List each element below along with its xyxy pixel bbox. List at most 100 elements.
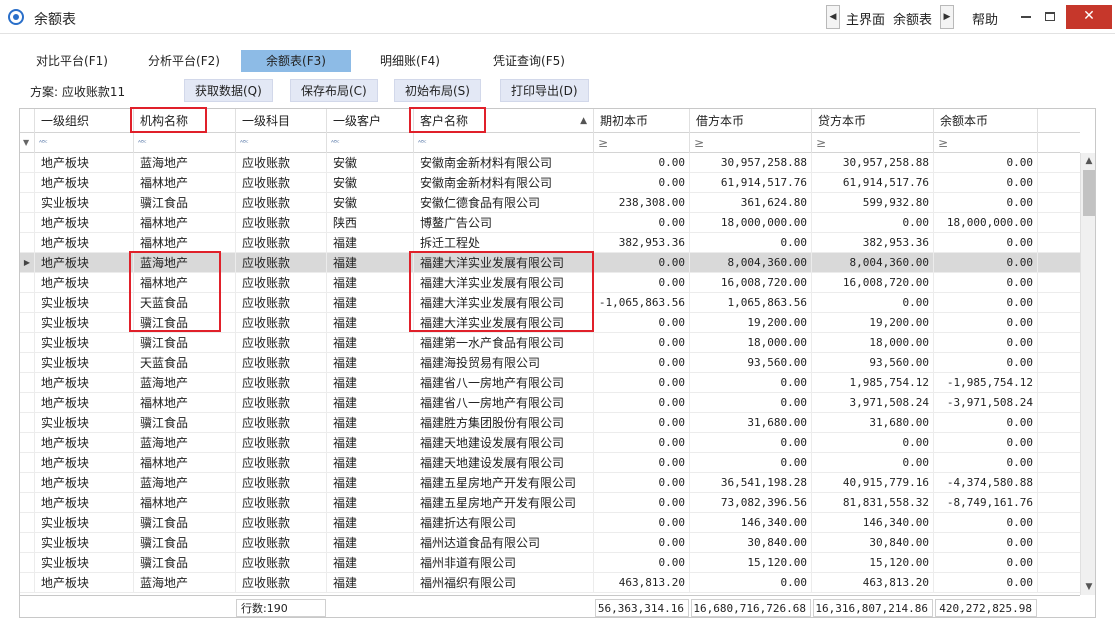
cell-opening[interactable]: 463,813.20 xyxy=(594,573,690,593)
print-export-button[interactable]: 打印导出(D) xyxy=(500,79,589,102)
column-header-credit[interactable]: 贷方本币 xyxy=(812,109,934,133)
cell-balance[interactable]: 0.00 xyxy=(934,193,1038,213)
cell-org[interactable]: 实业板块 xyxy=(35,293,134,313)
cell-balance[interactable]: 0.00 xyxy=(934,353,1038,373)
filter-customer-name[interactable]: ᴬᴮᶜ xyxy=(414,133,594,153)
cell-customer-group[interactable]: 福建 xyxy=(327,393,414,413)
tab-voucher[interactable]: 凭证查询(F5) xyxy=(470,50,588,72)
table-row[interactable]: 地产板块 福林地产 应收账款 福建 福建天地建设发展有限公司 0.00 0.00 0.00 0.… xyxy=(20,453,1080,473)
cell-account[interactable]: 应收账款 xyxy=(236,233,327,253)
cell-org[interactable]: 地产板块 xyxy=(35,373,134,393)
cell-org[interactable]: 实业板块 xyxy=(35,333,134,353)
cell-customer-name[interactable]: 拆迁工程处 xyxy=(414,233,594,253)
table-row[interactable]: 地产板块 福林地产 应收账款 福建 福建省八一房地产有限公司 0.00 0.00 3,971,… xyxy=(20,393,1080,413)
cell-account[interactable]: 应收账款 xyxy=(236,313,327,333)
cell-institution[interactable]: 骥江食品 xyxy=(134,333,236,353)
cell-opening[interactable]: 0.00 xyxy=(594,553,690,573)
cell-opening[interactable]: 0.00 xyxy=(594,333,690,353)
cell-account[interactable]: 应收账款 xyxy=(236,193,327,213)
breadcrumb-home[interactable]: 主界面 xyxy=(846,9,885,28)
cell-institution[interactable]: 福林地产 xyxy=(134,233,236,253)
save-layout-button[interactable]: 保存布局(C) xyxy=(290,79,378,102)
cell-debit[interactable]: 0.00 xyxy=(690,453,812,473)
cell-credit[interactable]: 61,914,517.76 xyxy=(812,173,934,193)
cell-debit[interactable]: 61,914,517.76 xyxy=(690,173,812,193)
cell-balance[interactable]: 0.00 xyxy=(934,513,1038,533)
cell-opening[interactable]: 0.00 xyxy=(594,353,690,373)
cell-balance[interactable]: 0.00 xyxy=(934,573,1038,593)
sort-asc-icon[interactable]: ▲ xyxy=(580,109,587,133)
cell-org[interactable]: 地产板块 xyxy=(35,433,134,453)
cell-org[interactable]: 地产板块 xyxy=(35,473,134,493)
cell-customer-name[interactable]: 安徽仁德食品有限公司 xyxy=(414,193,594,213)
cell-customer-group[interactable]: 福建 xyxy=(327,493,414,513)
tab-analysis[interactable]: 分析平台(F2) xyxy=(130,50,238,72)
cell-customer-group[interactable]: 福建 xyxy=(327,353,414,373)
cell-org[interactable]: 地产板块 xyxy=(35,273,134,293)
cell-opening[interactable]: 238,308.00 xyxy=(594,193,690,213)
cell-opening[interactable]: 0.00 xyxy=(594,253,690,273)
cell-opening[interactable]: 0.00 xyxy=(594,213,690,233)
cell-opening[interactable]: 0.00 xyxy=(594,473,690,493)
cell-debit[interactable]: 8,004,360.00 xyxy=(690,253,812,273)
filter-institution[interactable]: ᴬᴮᶜ xyxy=(134,133,236,153)
cell-credit[interactable]: 1,985,754.12 xyxy=(812,373,934,393)
cell-customer-name[interactable]: 福建天地建设发展有限公司 xyxy=(414,453,594,473)
table-row[interactable]: 实业板块 骥江食品 应收账款 福建 福州非道有限公司 0.00 15,120.00 15,12… xyxy=(20,553,1080,573)
cell-org[interactable]: 实业板块 xyxy=(35,513,134,533)
scroll-down-icon[interactable]: ▼ xyxy=(1081,579,1095,595)
cell-debit[interactable]: 0.00 xyxy=(690,393,812,413)
cell-org[interactable]: 地产板块 xyxy=(35,173,134,193)
cell-customer-group[interactable]: 福建 xyxy=(327,413,414,433)
help-link[interactable]: 帮助 xyxy=(972,9,998,28)
cell-debit[interactable]: 15,120.00 xyxy=(690,553,812,573)
cell-balance[interactable]: 0.00 xyxy=(934,153,1038,173)
cell-institution[interactable]: 天蓝食品 xyxy=(134,353,236,373)
table-row[interactable]: 实业板块 骥江食品 应收账款 福建 福建胜方集团股份有限公司 0.00 31,680.00 3… xyxy=(20,413,1080,433)
cell-debit[interactable]: 73,082,396.56 xyxy=(690,493,812,513)
cell-institution[interactable]: 蓝海地产 xyxy=(134,253,236,273)
column-header-org[interactable]: 一级组织 xyxy=(35,109,134,133)
cell-org[interactable]: 地产板块 xyxy=(35,573,134,593)
cell-credit[interactable]: 81,831,558.32 xyxy=(812,493,934,513)
cell-balance[interactable]: 0.00 xyxy=(934,333,1038,353)
cell-org[interactable]: 地产板块 xyxy=(35,453,134,473)
cell-debit[interactable]: 93,560.00 xyxy=(690,353,812,373)
cell-customer-group[interactable]: 福建 xyxy=(327,453,414,473)
cell-institution[interactable]: 骥江食品 xyxy=(134,533,236,553)
close-icon[interactable]: ✕ xyxy=(1066,5,1112,29)
cell-opening[interactable]: 0.00 xyxy=(594,273,690,293)
cell-customer-group[interactable]: 福建 xyxy=(327,253,414,273)
table-row[interactable]: 实业板块 骥江食品 应收账款 福建 福州达道食品有限公司 0.00 30,840.00 30,… xyxy=(20,533,1080,553)
cell-credit[interactable]: 3,971,508.24 xyxy=(812,393,934,413)
cell-opening[interactable]: 0.00 xyxy=(594,513,690,533)
cell-customer-group[interactable]: 安徽 xyxy=(327,173,414,193)
cell-institution[interactable]: 福林地产 xyxy=(134,453,236,473)
cell-customer-name[interactable]: 福建大洋实业发展有限公司 xyxy=(414,293,594,313)
cell-debit[interactable]: 361,624.80 xyxy=(690,193,812,213)
cell-credit[interactable]: 0.00 xyxy=(812,433,934,453)
cell-institution[interactable]: 蓝海地产 xyxy=(134,573,236,593)
cell-institution[interactable]: 骥江食品 xyxy=(134,193,236,213)
cell-opening[interactable]: 0.00 xyxy=(594,533,690,553)
cell-customer-group[interactable]: 福建 xyxy=(327,373,414,393)
column-header-institution[interactable]: 机构名称 xyxy=(134,109,236,133)
cell-account[interactable]: 应收账款 xyxy=(236,533,327,553)
cell-account[interactable]: 应收账款 xyxy=(236,453,327,473)
column-header-account[interactable]: 一级科目 xyxy=(236,109,327,133)
cell-customer-name[interactable]: 福建大洋实业发展有限公司 xyxy=(414,313,594,333)
cell-institution[interactable]: 骥江食品 xyxy=(134,413,236,433)
cell-customer-group[interactable]: 福建 xyxy=(327,433,414,453)
cell-debit[interactable]: 0.00 xyxy=(690,433,812,453)
cell-org[interactable]: 实业板块 xyxy=(35,413,134,433)
cell-balance[interactable]: 0.00 xyxy=(934,453,1038,473)
cell-customer-name[interactable]: 福建大洋实业发展有限公司 xyxy=(414,253,594,273)
table-row[interactable]: 地产板块 蓝海地产 应收账款 福建 福建五星房地产开发有限公司 0.00 36,541,19… xyxy=(20,473,1080,493)
cell-account[interactable]: 应收账款 xyxy=(236,473,327,493)
tab-compare[interactable]: 对比平台(F1) xyxy=(20,50,124,72)
filter-credit[interactable]: ≥ xyxy=(812,133,934,153)
filter-debit[interactable]: ≥ xyxy=(690,133,812,153)
cell-customer-name[interactable]: 福建大洋实业发展有限公司 xyxy=(414,273,594,293)
cell-debit[interactable]: 30,840.00 xyxy=(690,533,812,553)
cell-debit[interactable]: 146,340.00 xyxy=(690,513,812,533)
